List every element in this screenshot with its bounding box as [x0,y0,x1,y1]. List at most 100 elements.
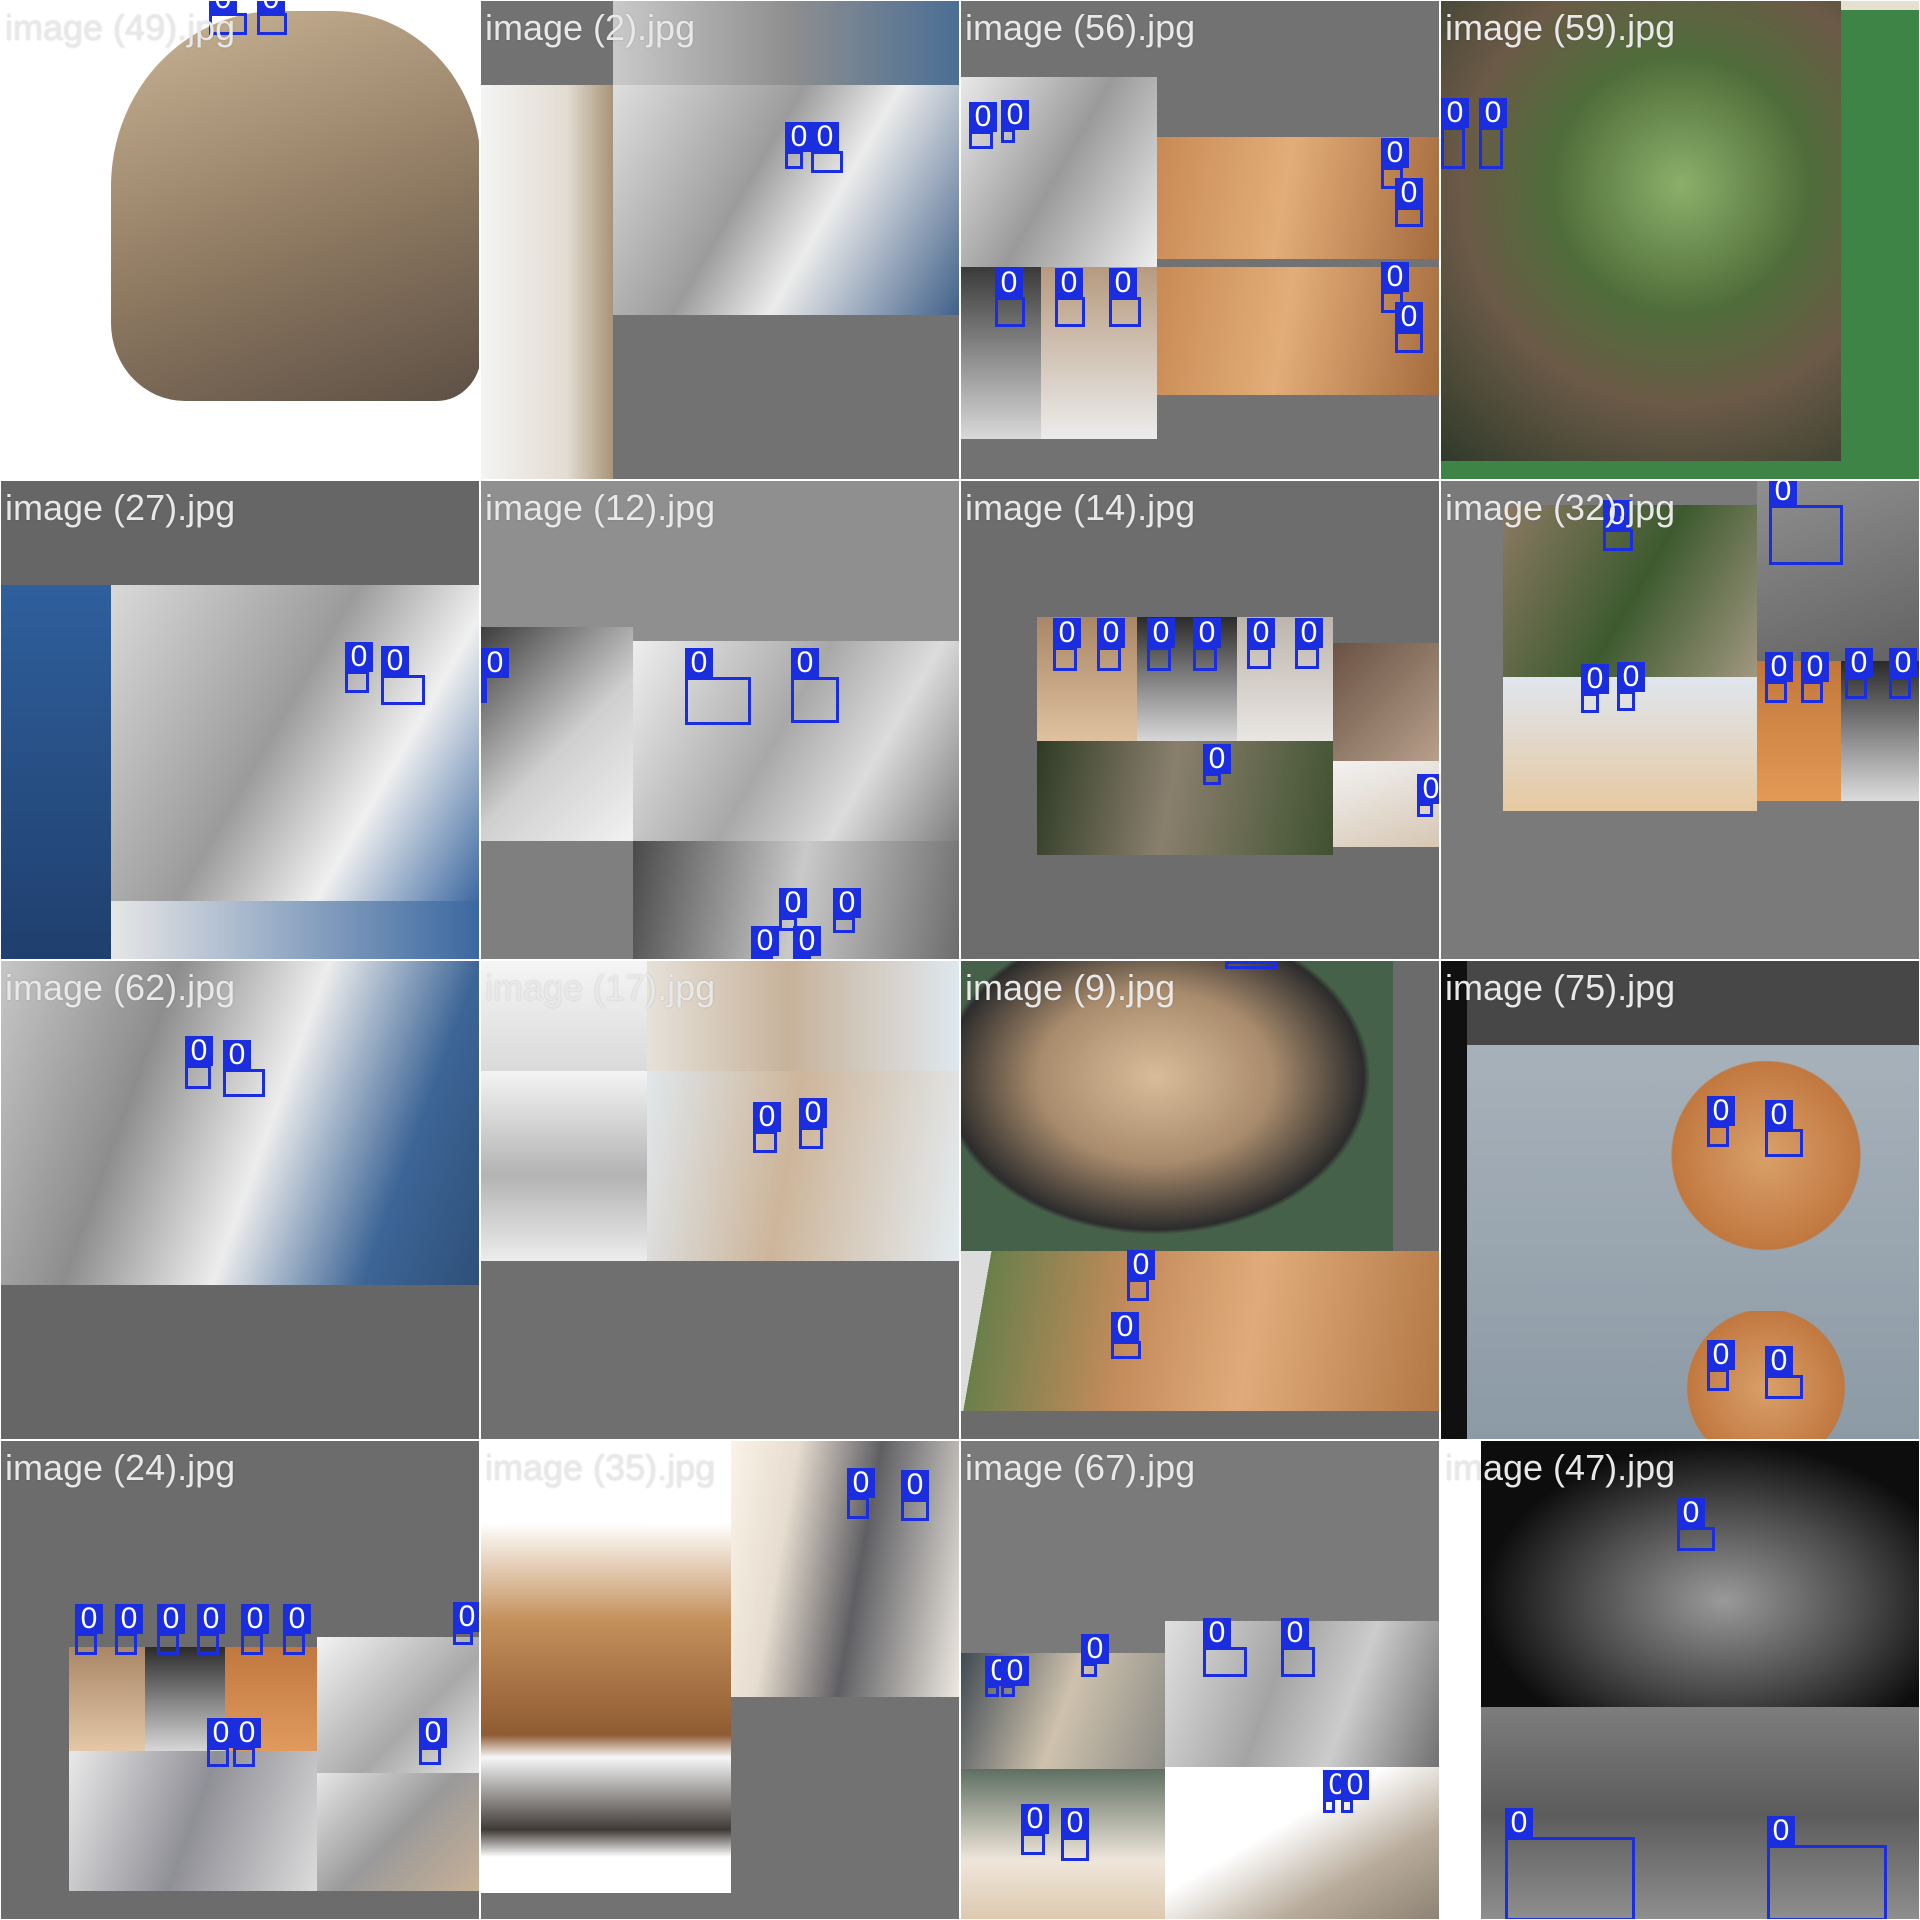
mosaic-tile: 0 0 image (17).jpg [480,960,960,1440]
mosaic-tile: 0 0 image (49).jpg [0,0,480,480]
detection-label: 0 [1395,302,1423,332]
detection-box: 0 [1225,961,1277,969]
detection-label: 0 [233,1718,261,1748]
detection-box: 0 [1001,1656,1029,1697]
detection-box: 0 [1021,1804,1049,1855]
cat-photo [1441,1,1841,461]
detection-box: 0 [345,642,373,693]
detection-box: 0 [1097,618,1125,671]
detection-box: 0 [1505,1808,1635,1919]
detection-label: 0 [185,1036,213,1066]
detection-box: 0 [1581,664,1609,713]
detection-label: 0 [969,102,997,132]
mosaic-tile: 0 0 image (59).jpg [1440,0,1920,480]
detection-box: 0 [1109,268,1141,327]
cat-photo [613,85,959,315]
cat-photo [1441,1441,1481,1919]
detection-label: 0 [1801,652,1829,682]
detection-label: 0 [1769,481,1797,506]
detection-box: 0 [481,648,509,703]
detection-box: 0 [241,1604,269,1655]
mosaic-tile: 0 0 image (62).jpg [0,960,480,1440]
detection-box: 0 [833,888,861,933]
detection-label: 0 [1845,648,1873,678]
detection-box: 0 [1707,1096,1735,1147]
detection-label: 0 [1617,662,1645,692]
detection-label: 0 [753,1102,781,1132]
tile-caption: image (49).jpg [5,7,236,48]
cat-photo [317,1637,479,1773]
mosaic-tile: 0 0 image (2).jpg [480,0,960,480]
detection-box: 0 [1341,1770,1369,1813]
tile-caption: image (56).jpg [965,7,1196,48]
detection-box: 0 [811,122,843,173]
detection-label: 0 [157,1604,185,1634]
detection-box: 0 [1479,98,1507,169]
detection-box: 0 [1889,648,1917,699]
detection-label: 0 [197,1604,225,1634]
detection-box: 0 [1061,1808,1089,1861]
detection-box: 0 [1767,1816,1887,1919]
detection-label: 0 [257,1,285,14]
detection-label: 0 [481,648,509,678]
detection-box: 0 [685,648,751,725]
detection-box: 0 [1127,1250,1155,1301]
detection-label: 0 [1677,1498,1705,1528]
detection-label: 0 [1111,1312,1139,1342]
detection-label: 0 [1061,1808,1089,1838]
mosaic-tile: 0 0 0 0 0 0 0 0 0 image (67).jpg [960,1440,1440,1920]
detection-box: 0 [233,1718,261,1767]
cat-photo [111,585,479,901]
tile-caption: image (59).jpg [1445,7,1676,48]
detection-label: 0 [283,1604,311,1634]
detection-label: 0 [785,122,813,152]
cat-photo [1841,1,1919,461]
detection-box: 0 [1845,648,1873,699]
detection-label: 0 [419,1718,447,1748]
detection-label: 0 [1203,1618,1231,1648]
detection-label: 0 [811,122,839,152]
tile-caption: image (27).jpg [5,487,236,528]
detection-box: 0 [799,1098,827,1149]
detection-label: 0 [799,1098,827,1128]
detection-box: 0 [985,1656,1013,1697]
detection-box: 0 [1395,302,1423,353]
detection-box: 0 [223,1040,265,1097]
detection-label: 0 [1053,618,1081,648]
detection-label: 0 [1341,1770,1369,1800]
cat-photo [1441,961,1467,1439]
detection-box: 0 [75,1604,103,1655]
detection-box: 0 [1765,1346,1803,1399]
cat-photo [111,901,479,959]
detection-label: 0 [1127,1250,1155,1280]
cat-photo [961,1251,1439,1411]
detection-label: 0 [1765,1100,1793,1130]
detection-label: 0 [1097,618,1125,648]
detection-label: 0 [1193,618,1221,648]
mosaic-tile: 0 0 0 0 0 0 0 0 0 0 image (24).jpg [0,1440,480,1920]
detection-label: 0 [1765,1346,1793,1376]
tile-caption: image (9).jpg [965,967,1176,1008]
detection-label: 0 [1001,100,1029,130]
cat-photo [69,1751,317,1891]
detection-label: 0 [1767,1816,1795,1846]
detection-label: 0 [1055,268,1083,298]
detection-label: 0 [1479,98,1507,128]
mosaic-tile: 0 0 0 image (9).jpg [960,960,1440,1440]
mosaic-tile: 0 0 0 0 image (75).jpg [1440,960,1920,1440]
detection-label: 0 [901,1470,929,1500]
detection-label: 0 [1021,1804,1049,1834]
detection-box: 0 [1441,98,1469,169]
mosaic-tile: 0 0 0 image (47).jpg [1440,1440,1920,1920]
detection-box: 0 [1769,481,1843,565]
detection-label: 0 [1765,652,1793,682]
detection-box: 0 [1707,1340,1735,1391]
cat-photo [1,961,479,1285]
cat-photo [69,1647,145,1751]
detection-label: 0 [1109,268,1137,298]
detection-box: 0 [1055,268,1085,327]
mosaic-tile: 0 0 image (35).jpg [480,1440,960,1920]
detection-box: 0 [847,1468,875,1519]
cat-photo [1,585,111,959]
tile-caption: image (35).jpg [485,1447,716,1488]
